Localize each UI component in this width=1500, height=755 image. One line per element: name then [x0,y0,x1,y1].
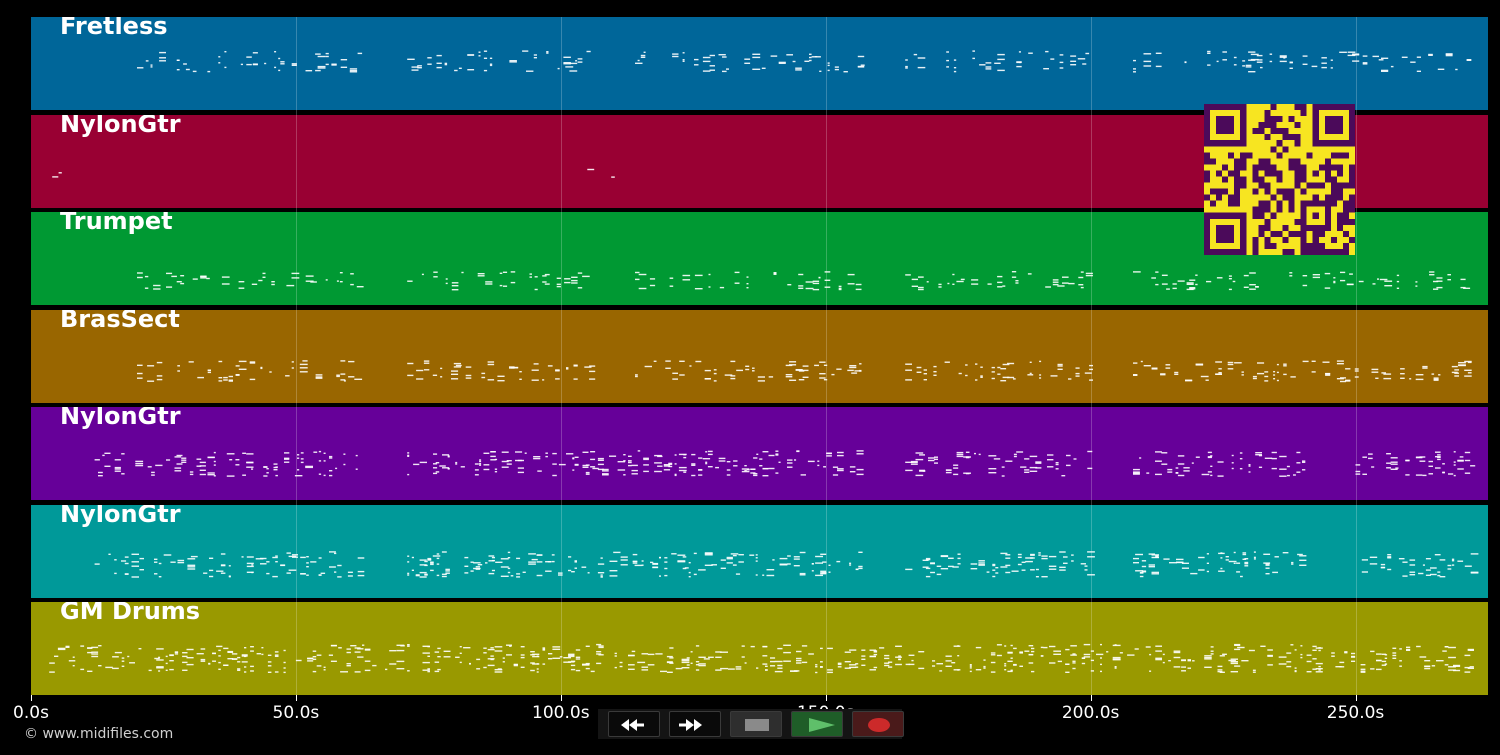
track-notes [137,359,1472,382]
track-notes [49,643,1474,674]
record-button[interactable] [852,711,904,737]
rewind-icon [621,719,644,731]
track-notes [94,550,1479,578]
copyright-notice: © www.midifiles.com [24,726,174,742]
axis-tick-label: 50.0s [272,703,320,723]
axis-tick [1355,695,1357,701]
fast-forward-button[interactable] [669,711,721,737]
track-lane[interactable]: NylonGtr [31,504,1488,598]
play-button[interactable] [791,711,843,737]
play-icon [809,718,835,732]
track-name: NylonGtr [60,407,181,430]
record-icon [868,718,890,732]
track-notes [94,450,1476,477]
axis-tick-label: 200.0s [1061,703,1120,723]
track-name: NylonGtr [60,504,181,528]
axis-tick [31,695,32,701]
axis-tick [825,695,827,701]
track-notes [137,50,1472,73]
track-name: GM Drums [60,602,201,625]
axis-tick-label: 250.0s [1326,703,1385,723]
track-name: NylonGtr [60,114,181,138]
axis-tick [1090,695,1092,701]
axis-tick-label: 100.0s [532,703,590,723]
stop-icon [745,719,769,731]
track-name: Fretless [60,17,168,40]
qr-code [1204,104,1355,255]
track-lane[interactable]: Fretless [31,17,1488,110]
fast-forward-icon [679,719,702,731]
axis-tick [560,695,562,701]
axis-tick-label: 0.0s [13,703,49,723]
track-name: Trumpet [60,212,173,235]
track-lane[interactable]: NylonGtr [31,407,1488,500]
track-name: BrasSect [60,309,180,333]
track-lane[interactable]: BrasSect [31,309,1488,403]
stop-button[interactable] [730,711,782,737]
rewind-button[interactable] [608,711,660,737]
axis-tick [295,695,297,701]
transport-controls [598,709,904,739]
midi-player-window: Fretless NylonGtr Trumpet BrasSect NylonGtr N… [0,0,1500,755]
track-lane[interactable]: GM Drums [31,602,1488,695]
